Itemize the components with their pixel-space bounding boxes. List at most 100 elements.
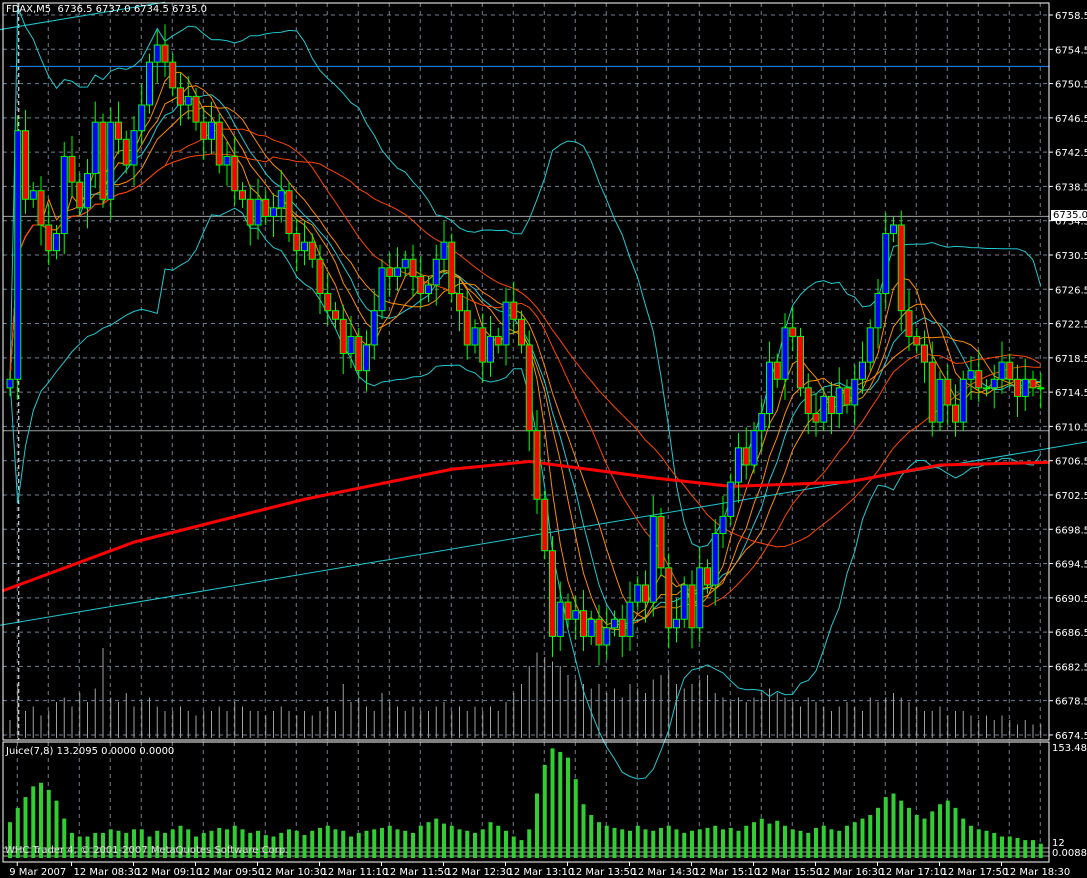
y-tick-label: 6730.5	[1055, 251, 1087, 262]
candle-body	[533, 430, 541, 500]
y-tick-label: 6742.5	[1055, 148, 1087, 159]
candle	[742, 427, 750, 480]
candle	[626, 581, 634, 651]
y-tick-label: 6698.5	[1055, 525, 1087, 536]
candle	[45, 204, 53, 266]
candle	[169, 53, 177, 97]
juice-bar	[713, 825, 718, 858]
candle-body	[6, 378, 14, 389]
candle-body	[828, 395, 835, 415]
candle	[781, 313, 789, 400]
candle	[394, 247, 401, 291]
ma-long	[1, 460, 1049, 593]
juice-bar	[1023, 840, 1028, 858]
candle-body	[239, 190, 246, 200]
x-tick-label: 12 Mar 12:30	[446, 867, 513, 878]
current-price-label: 6735.0	[1051, 210, 1087, 221]
candle-body	[1006, 361, 1014, 380]
juice-bar	[930, 811, 935, 858]
x-tick-label: 12 Mar 09:10	[136, 867, 203, 878]
candle-body	[425, 284, 432, 295]
candle	[215, 113, 223, 174]
candle-body	[169, 61, 177, 89]
candle-body	[921, 344, 928, 363]
juice-bar	[341, 830, 346, 858]
candle-body	[665, 567, 673, 629]
juice-bar	[573, 779, 578, 858]
candle-body	[680, 584, 688, 620]
candle-body	[184, 95, 192, 106]
juice-bar	[728, 827, 733, 858]
candle-body	[316, 258, 324, 295]
candle	[208, 101, 215, 154]
juice-bar	[542, 764, 547, 858]
juice-bar	[527, 829, 532, 858]
candle-body	[657, 515, 665, 569]
candle	[758, 398, 766, 452]
juice-bar	[922, 818, 927, 858]
juice-bar	[496, 825, 501, 858]
juice-bar	[372, 829, 377, 858]
candle-body	[192, 95, 200, 123]
candle	[804, 373, 812, 435]
juice-bar	[519, 840, 524, 858]
juice-bar	[294, 830, 299, 858]
ma-fast	[9, 71, 1042, 631]
candle-body	[975, 370, 983, 389]
candle-body	[998, 361, 1006, 380]
juice-bar	[442, 823, 446, 858]
juice-bar	[798, 830, 803, 858]
candle	[409, 244, 417, 297]
candle-body	[471, 327, 479, 346]
y-tick-label: 6750.5	[1055, 80, 1087, 91]
candle-body	[758, 413, 766, 432]
juice-bar	[790, 829, 795, 858]
juice-bar	[1000, 836, 1004, 858]
juice-bar	[829, 829, 834, 858]
candle-body	[611, 618, 618, 629]
candle	[107, 107, 115, 220]
bollinger-middle	[9, 94, 1041, 626]
candle-body	[355, 335, 363, 372]
juice-bar	[403, 830, 408, 858]
candle-body	[37, 190, 45, 226]
juice-bar	[465, 830, 470, 858]
candle-body	[634, 584, 642, 603]
candle	[595, 604, 603, 666]
juice-bar	[682, 832, 687, 858]
candle-body	[502, 301, 510, 346]
candle-body	[990, 378, 998, 389]
candle-body	[45, 224, 53, 252]
y-tick-label: 6690.5	[1055, 594, 1087, 605]
x-tick-label: 12 Mar 13:10	[508, 867, 575, 878]
candle	[463, 290, 471, 360]
candle	[246, 184, 254, 246]
juice-bar	[837, 830, 842, 858]
candle-body	[510, 301, 518, 320]
juice-bar	[736, 830, 741, 858]
candle-body	[208, 121, 215, 140]
x-tick-label: 12 Mar 16:30	[818, 867, 885, 878]
candle-body	[959, 378, 967, 423]
juice-bar	[597, 822, 601, 858]
candle	[378, 259, 386, 320]
juice-bar	[969, 825, 973, 858]
candle-body	[293, 233, 301, 252]
candle-body	[711, 533, 719, 586]
candle	[766, 341, 773, 429]
candle	[657, 507, 665, 577]
juice-bar	[1015, 837, 1020, 858]
juice-bar	[891, 793, 896, 858]
ma-medium	[9, 85, 1041, 628]
juice-bar	[550, 748, 555, 858]
candle	[735, 433, 742, 503]
ohlc-label: 6736.5 6737.0 6734.5 6735.0	[57, 4, 208, 15]
candle	[649, 495, 657, 617]
x-tick-label: 12 Mar 15:10	[694, 867, 761, 878]
x-tick-label: 12 Mar 18:30	[1004, 867, 1071, 878]
juice-bar	[620, 829, 625, 858]
juice-bar	[1038, 843, 1043, 858]
candle-body	[463, 310, 471, 346]
juice-bar	[434, 818, 439, 858]
x-tick-label: 12 Mar 14:30	[632, 867, 699, 878]
